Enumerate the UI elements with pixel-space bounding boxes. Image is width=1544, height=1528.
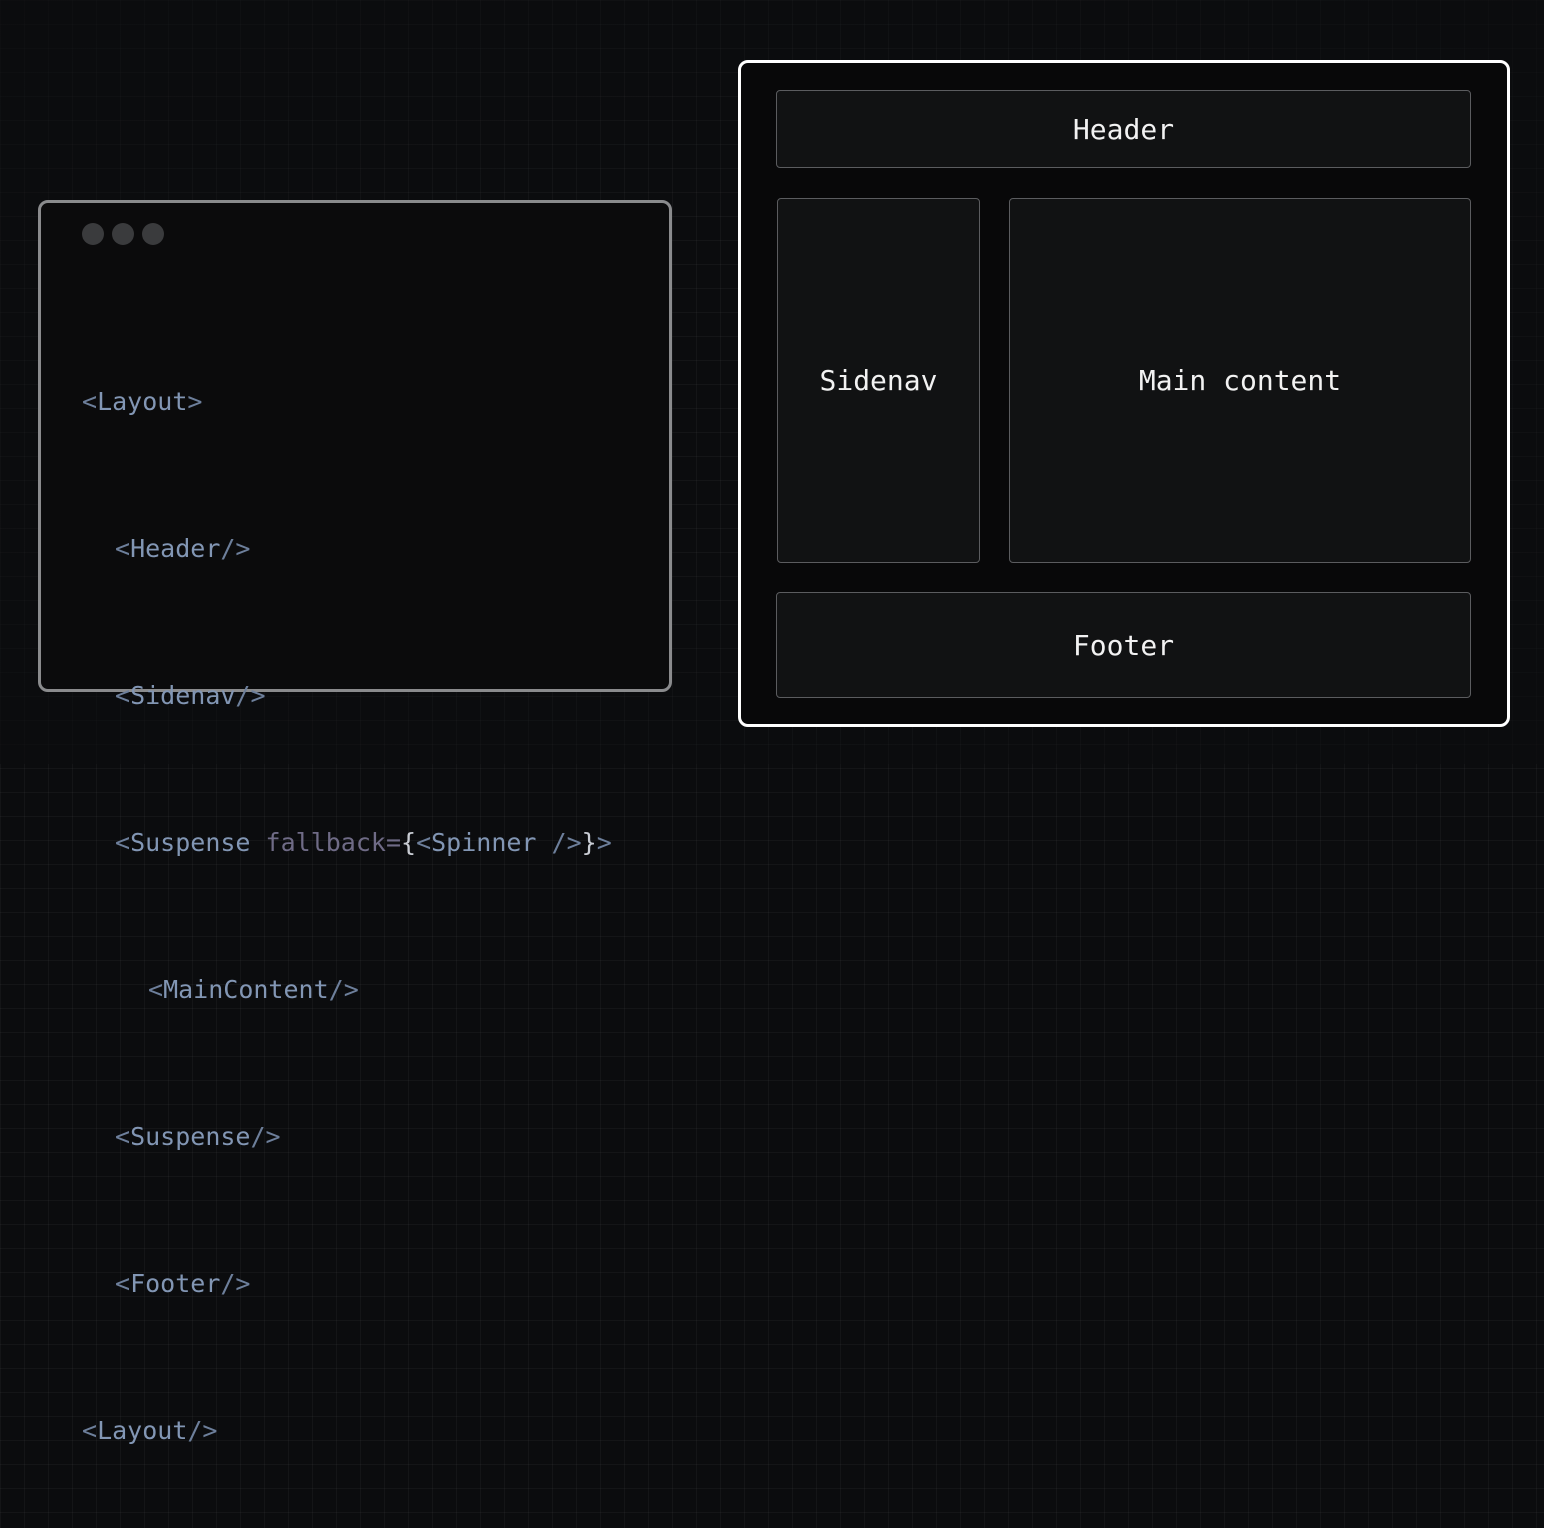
layout-sidenav-label: Sidenav [819, 364, 938, 397]
code-line-suspense-open: <Suspense fallback={<Spinner />}> [115, 828, 612, 857]
layout-main-content-label: Main content [1138, 364, 1342, 397]
code-window: <Layout> <Header/> <Sidenav/> <Suspense … [38, 200, 672, 1445]
code-line-maincontent: <MainContent/> [148, 975, 359, 1004]
layout-sidenav-block: Sidenav [777, 198, 980, 563]
window-dot-icon [82, 223, 104, 245]
layout-footer-label: Footer [1072, 628, 1175, 662]
layout-header-label: Header [1072, 112, 1175, 146]
window-dot-icon [112, 223, 134, 245]
layout-diagram: Header Sidenav Main content Footer [738, 60, 1510, 727]
code-block: <Layout> <Header/> <Sidenav/> <Suspense … [82, 279, 612, 1528]
code-line-header: <Header/> [115, 534, 251, 563]
code-line-sidenav: <Sidenav/> [115, 681, 266, 710]
layout-header-block: Header [776, 90, 1471, 168]
layout-main-content-block: Main content [1009, 198, 1471, 563]
code-line-layout-open: <Layout> [82, 387, 203, 416]
layout-footer-block: Footer [776, 592, 1471, 698]
window-controls [82, 223, 164, 245]
code-line-suspense-close: <Suspense/> [115, 1122, 281, 1151]
code-line-footer: <Footer/> [115, 1269, 251, 1298]
code-line-layout-close: <Layout/> [82, 1416, 218, 1445]
window-dot-icon [142, 223, 164, 245]
